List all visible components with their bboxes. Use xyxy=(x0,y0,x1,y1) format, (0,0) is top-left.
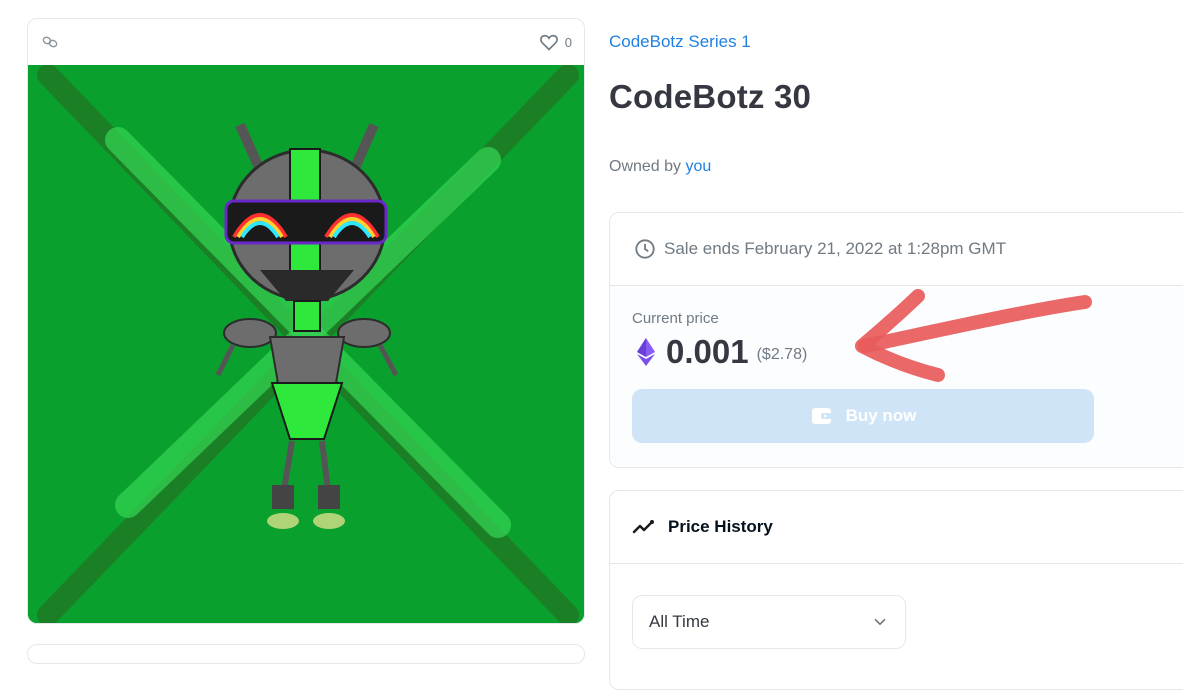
price-history-header[interactable]: Price History xyxy=(610,491,1183,564)
asset-card-header: 0 xyxy=(28,19,584,65)
price-row: 0.001 ($2.78) xyxy=(632,333,1183,371)
trend-icon xyxy=(632,515,656,539)
price-area: Current price 0.001 ($2.78) Buy now xyxy=(610,286,1183,467)
price-history-title: Price History xyxy=(668,517,773,536)
heart-icon xyxy=(539,32,559,52)
favorite-count: 0 xyxy=(564,34,572,50)
price-history-panel: Price History All Time xyxy=(609,490,1183,690)
favorite-button[interactable]: 0 xyxy=(539,32,572,52)
asset-image-card: 0 xyxy=(27,18,585,624)
nft-artwork[interactable] xyxy=(28,65,584,623)
next-card-edge xyxy=(27,644,585,664)
owner-line: Owned by you xyxy=(609,158,711,176)
price-value: 0.001 xyxy=(666,333,749,370)
owner-prefix: Owned by xyxy=(609,158,682,175)
item-title: CodeBotz 30 xyxy=(609,78,812,115)
clock-icon xyxy=(634,238,656,260)
ethereum-icon xyxy=(636,337,656,367)
trade-panel: Sale ends February 21, 2022 at 1:28pm GM… xyxy=(609,212,1183,468)
wallet-icon xyxy=(810,404,834,428)
robot-artwork-image xyxy=(28,65,584,623)
current-price-label: Current price xyxy=(632,310,719,327)
chevron-down-icon xyxy=(871,613,889,631)
buy-now-label: Buy now xyxy=(845,406,917,425)
owner-link[interactable]: you xyxy=(686,158,712,175)
buy-now-button[interactable]: Buy now xyxy=(632,389,1094,443)
price-usd: ($2.78) xyxy=(756,346,808,363)
sale-end-row: Sale ends February 21, 2022 at 1:28pm GM… xyxy=(610,213,1183,286)
sale-end-text: Sale ends February 21, 2022 at 1:28pm GM… xyxy=(664,239,1007,258)
collection-link[interactable]: CodeBotz Series 1 xyxy=(609,32,751,52)
chain-icon[interactable] xyxy=(40,32,60,52)
time-range-select[interactable]: All Time xyxy=(632,595,906,649)
time-range-value: All Time xyxy=(649,612,710,631)
